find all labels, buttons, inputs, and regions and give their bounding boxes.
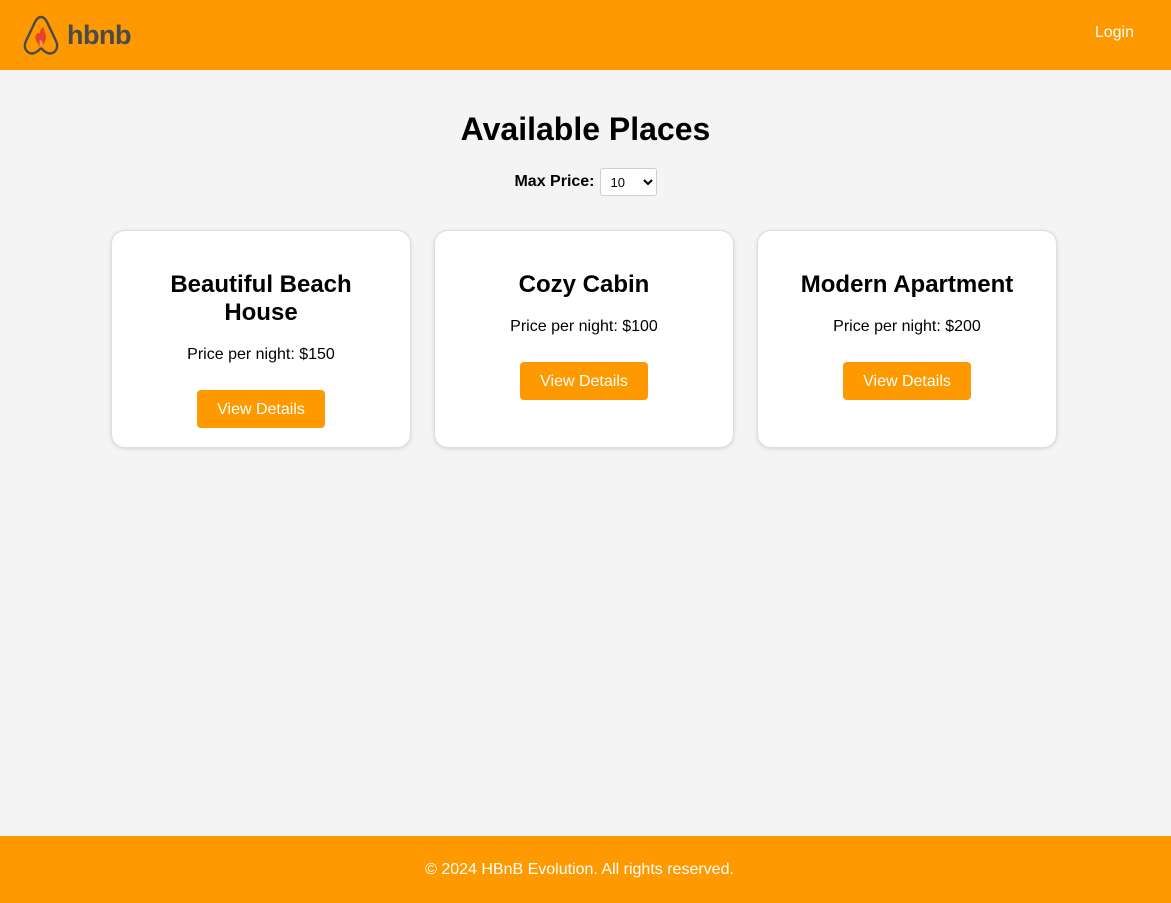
site-logo[interactable]: hbnb — [22, 14, 131, 56]
airbnb-style-logo-icon — [23, 15, 59, 55]
place-card: Beautiful Beach House Price per night: $… — [111, 230, 411, 448]
footer-copyright: © 2024 HBnB Evolution. All rights reserv… — [425, 860, 734, 878]
price-filter: Max Price: 10 — [0, 168, 1171, 196]
max-price-label: Max Price: — [514, 173, 595, 190]
place-name: Beautiful Beach House — [170, 271, 352, 326]
view-details-button[interactable]: View Details — [843, 362, 971, 400]
place-card: Cozy Cabin Price per night: $100 View De… — [434, 230, 734, 448]
view-details-button[interactable]: View Details — [520, 362, 648, 400]
site-footer: © 2024 HBnB Evolution. All rights reserv… — [0, 836, 1171, 903]
logo-text: hbnb — [67, 19, 131, 50]
place-price: Price per night: $200 — [833, 318, 981, 335]
place-card: Modern Apartment Price per night: $200 V… — [757, 230, 1057, 448]
view-details-button[interactable]: View Details — [197, 390, 325, 428]
place-price: Price per night: $100 — [510, 318, 658, 335]
place-name: Cozy Cabin — [518, 271, 650, 298]
max-price-select[interactable]: 10 — [599, 168, 657, 196]
place-name: Modern Apartment — [800, 271, 1014, 298]
place-price: Price per night: $150 — [187, 346, 335, 363]
site-header: hbnb Login — [0, 0, 1171, 70]
places-list: Beautiful Beach House Price per night: $… — [111, 230, 1057, 448]
login-link[interactable]: Login — [1095, 24, 1134, 42]
page-title: Available Places — [460, 111, 711, 147]
